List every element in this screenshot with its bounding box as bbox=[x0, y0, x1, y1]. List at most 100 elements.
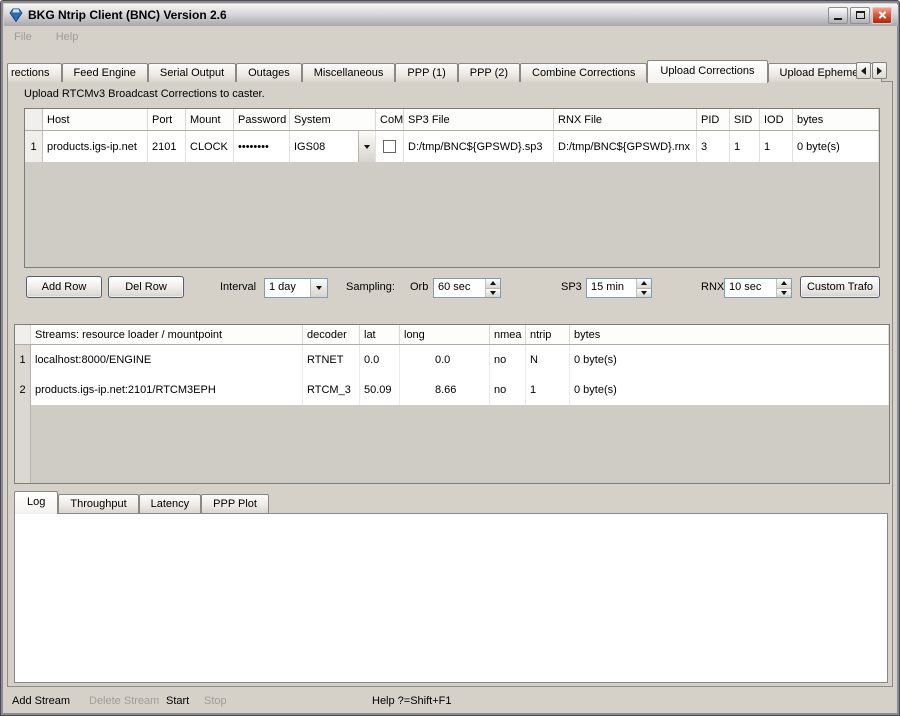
row-number: 1 bbox=[15, 345, 31, 375]
menu-file[interactable]: File bbox=[14, 31, 32, 43]
header-bytes: bytes bbox=[793, 109, 879, 130]
header-nmea: nmea bbox=[490, 325, 526, 344]
streams-table-empty-area bbox=[15, 405, 889, 483]
iod-cell[interactable]: 1 bbox=[760, 131, 793, 162]
header-rnx-file: RNX File bbox=[554, 109, 697, 130]
tab-upload-corrections[interactable]: Upload Corrections bbox=[647, 60, 767, 83]
tab-outages[interactable]: Outages bbox=[236, 63, 302, 82]
rnx-sampling-spinner[interactable]: 10 sec bbox=[724, 278, 792, 298]
tab-latency[interactable]: Latency bbox=[139, 494, 202, 513]
header-bytes: bytes bbox=[570, 325, 889, 344]
upload-controls: Add Row Del Row Interval 1 day Sampling:… bbox=[8, 276, 894, 302]
tab-ppp-2[interactable]: PPP (2) bbox=[458, 63, 520, 82]
stop-button: Stop bbox=[204, 695, 227, 707]
rnx-label: RNX bbox=[701, 281, 724, 293]
lat-cell: 50.09 bbox=[360, 375, 400, 405]
arrow-right-icon bbox=[877, 67, 882, 75]
streams-table-header: Streams: resource loader / mountpoint de… bbox=[15, 325, 889, 345]
tab-corrections[interactable]: rections bbox=[7, 63, 62, 82]
orb-sampling-spinner[interactable]: 60 sec bbox=[433, 278, 501, 298]
start-button[interactable]: Start bbox=[166, 695, 189, 707]
header-host: Host bbox=[43, 109, 148, 130]
com-checkbox[interactable] bbox=[383, 140, 396, 153]
rnx-spin-up-button[interactable] bbox=[777, 279, 791, 289]
bytes-cell: 0 byte(s) bbox=[793, 131, 879, 162]
menu-bar: File Help bbox=[4, 27, 898, 47]
header-port: Port bbox=[148, 109, 186, 130]
tab-ppp-plot[interactable]: PPP Plot bbox=[201, 494, 269, 513]
log-output bbox=[14, 513, 888, 683]
main-tabbar: rections Feed Engine Serial Output Outag… bbox=[7, 59, 882, 82]
orb-label: Orb bbox=[410, 281, 428, 293]
custom-trafo-button[interactable]: Custom Trafo bbox=[800, 276, 880, 298]
rnx-file-cell[interactable]: D:/tmp/BNC${GPSWD}.rnx bbox=[554, 131, 697, 162]
tab-scroll-buttons bbox=[856, 62, 887, 79]
row-number: 1 bbox=[25, 131, 43, 162]
mount-cell[interactable]: CLOCK bbox=[186, 131, 234, 162]
upload-table: Host Port Mount Password System CoM SP3 … bbox=[24, 108, 880, 268]
interval-combo[interactable]: 1 day bbox=[264, 278, 328, 298]
minimize-button[interactable] bbox=[828, 7, 848, 24]
tab-serial-output[interactable]: Serial Output bbox=[148, 63, 236, 82]
orb-spin-down-button[interactable] bbox=[486, 289, 500, 298]
maximize-button[interactable] bbox=[850, 7, 870, 24]
sp3-spin-up-button[interactable] bbox=[637, 279, 651, 289]
upload-row: 1 products.igs-ip.net 2101 CLOCK •••••••… bbox=[25, 131, 879, 163]
tab-feed-engine[interactable]: Feed Engine bbox=[62, 63, 148, 82]
row-number: 2 bbox=[15, 375, 31, 405]
mountpoint-cell: products.igs-ip.net:2101/RTCM3EPH bbox=[31, 375, 303, 405]
header-long: long bbox=[400, 325, 490, 344]
bytes-cell: 0 byte(s) bbox=[570, 375, 889, 405]
pid-cell[interactable]: 3 bbox=[697, 131, 730, 162]
port-cell[interactable]: 2101 bbox=[148, 131, 186, 162]
sp3-spin-down-button[interactable] bbox=[637, 289, 651, 298]
decoder-cell: RTNET bbox=[303, 345, 360, 375]
nmea-cell: no bbox=[490, 375, 526, 405]
minimize-icon bbox=[834, 18, 842, 20]
window-title: BKG Ntrip Client (BNC) Version 2.6 bbox=[28, 8, 828, 22]
tab-combine-corrections[interactable]: Combine Corrections bbox=[520, 63, 647, 82]
system-combo[interactable]: IGS08 bbox=[290, 131, 376, 162]
orb-spin-up-button[interactable] bbox=[486, 279, 500, 289]
panel-description: Upload RTCMv3 Broadcast Corrections to c… bbox=[24, 88, 265, 100]
password-cell[interactable]: •••••••• bbox=[234, 131, 290, 162]
rnx-spinner-value: 10 sec bbox=[725, 279, 776, 297]
header-mount: Mount bbox=[186, 109, 234, 130]
tab-ppp-1[interactable]: PPP (1) bbox=[395, 63, 457, 82]
sid-cell[interactable]: 1 bbox=[730, 131, 760, 162]
tab-scroll-left-button[interactable] bbox=[856, 62, 871, 79]
header-password: Password bbox=[234, 109, 290, 130]
stream-row[interactable]: 1 localhost:8000/ENGINE RTNET 0.0 0.0 no… bbox=[15, 345, 889, 375]
header-mountpoint: Streams: resource loader / mountpoint bbox=[31, 325, 303, 344]
sp3-sampling-spinner[interactable]: 15 min bbox=[586, 278, 652, 298]
menu-help[interactable]: Help bbox=[56, 31, 79, 43]
del-row-button[interactable]: Del Row bbox=[108, 276, 184, 298]
row-number-header bbox=[25, 109, 43, 130]
row-number-header bbox=[15, 325, 31, 344]
sp3-file-cell[interactable]: D:/tmp/BNC${GPSWD}.sp3 bbox=[404, 131, 554, 162]
sp3-label: SP3 bbox=[561, 281, 582, 293]
chevron-down-icon[interactable] bbox=[310, 279, 327, 297]
chevron-down-icon[interactable] bbox=[358, 131, 375, 162]
header-sid: SID bbox=[730, 109, 760, 130]
tab-scroll-right-button[interactable] bbox=[872, 62, 887, 79]
help-shortcut-label: Help ?=Shift+F1 bbox=[372, 695, 452, 707]
stream-row[interactable]: 2 products.igs-ip.net:2101/RTCM3EPH RTCM… bbox=[15, 375, 889, 405]
system-combo-value: IGS08 bbox=[290, 141, 358, 153]
long-cell: 8.66 bbox=[400, 375, 490, 405]
ntrip-cell: 1 bbox=[526, 375, 570, 405]
rnx-spin-down-button[interactable] bbox=[777, 289, 791, 298]
com-cell bbox=[376, 131, 404, 162]
add-stream-button[interactable]: Add Stream bbox=[12, 695, 70, 707]
tab-log[interactable]: Log bbox=[14, 491, 58, 514]
header-com: CoM bbox=[376, 109, 404, 130]
close-icon bbox=[878, 11, 887, 20]
interval-combo-value: 1 day bbox=[265, 279, 310, 297]
close-button[interactable] bbox=[872, 7, 892, 24]
tab-miscellaneous[interactable]: Miscellaneous bbox=[302, 63, 396, 82]
row-number-strip bbox=[15, 405, 31, 483]
host-cell[interactable]: products.igs-ip.net bbox=[43, 131, 148, 162]
title-bar[interactable]: BKG Ntrip Client (BNC) Version 2.6 bbox=[4, 4, 898, 26]
tab-throughput[interactable]: Throughput bbox=[58, 494, 138, 513]
add-row-button[interactable]: Add Row bbox=[26, 276, 102, 298]
